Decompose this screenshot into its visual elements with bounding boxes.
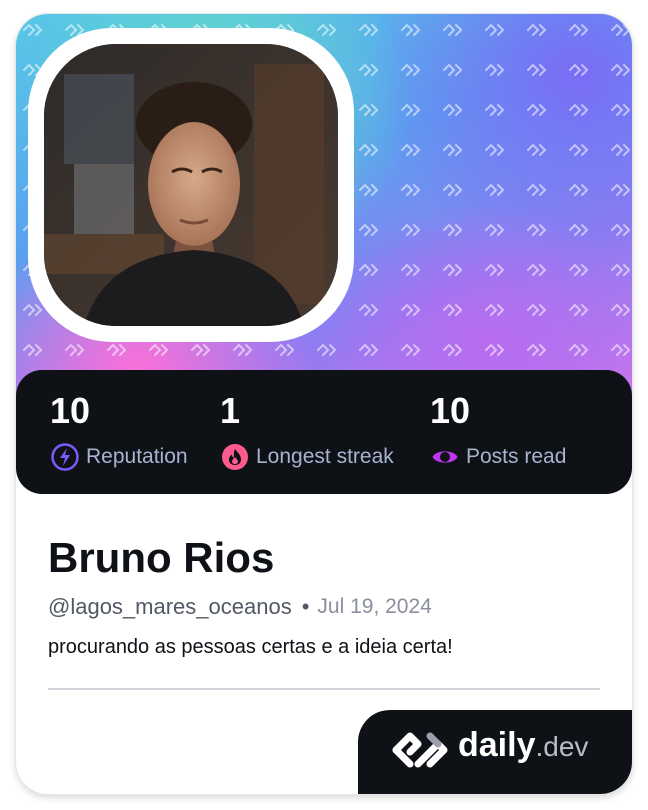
profile-name: Bruno Rios [48, 534, 275, 581]
stat-value: 10 [430, 390, 471, 431]
stat-label: Reputation [86, 445, 188, 468]
stat-value: 10 [50, 390, 91, 431]
profile-bio: procurando as pessoas certas e a ideia c… [48, 636, 453, 658]
stat-label: Posts read [466, 445, 567, 468]
profile-meta: @lagos_mares_oceanos • Jul 19, 2024 [48, 594, 432, 620]
cover-background [16, 14, 632, 414]
avatar [44, 44, 338, 326]
joined-date: Jul 19, 2024 [317, 595, 432, 618]
separator-dot: • [301, 594, 310, 619]
avatar-photo [44, 44, 338, 326]
profile-card: 10 Reputation 1 Longest streak 10 Posts … [16, 14, 632, 794]
divider [48, 688, 600, 690]
brand-badge: daily.dev [358, 710, 632, 794]
eye-ring-icon [430, 442, 460, 472]
stat-label: Longest streak [256, 445, 394, 468]
stats-bar: 10 Reputation 1 Longest streak 10 Posts … [16, 370, 632, 494]
flame-icon [220, 442, 250, 472]
brand-wordmark: daily.dev [458, 726, 588, 765]
brand-suffix: .dev [535, 731, 589, 762]
lightning-icon [50, 442, 80, 472]
stat-value: 1 [220, 390, 241, 431]
username: @lagos_mares_oceanos [48, 594, 292, 619]
daily-dev-logo-icon [388, 728, 452, 777]
avatar-frame [28, 28, 354, 342]
brand-name: daily [458, 726, 536, 764]
